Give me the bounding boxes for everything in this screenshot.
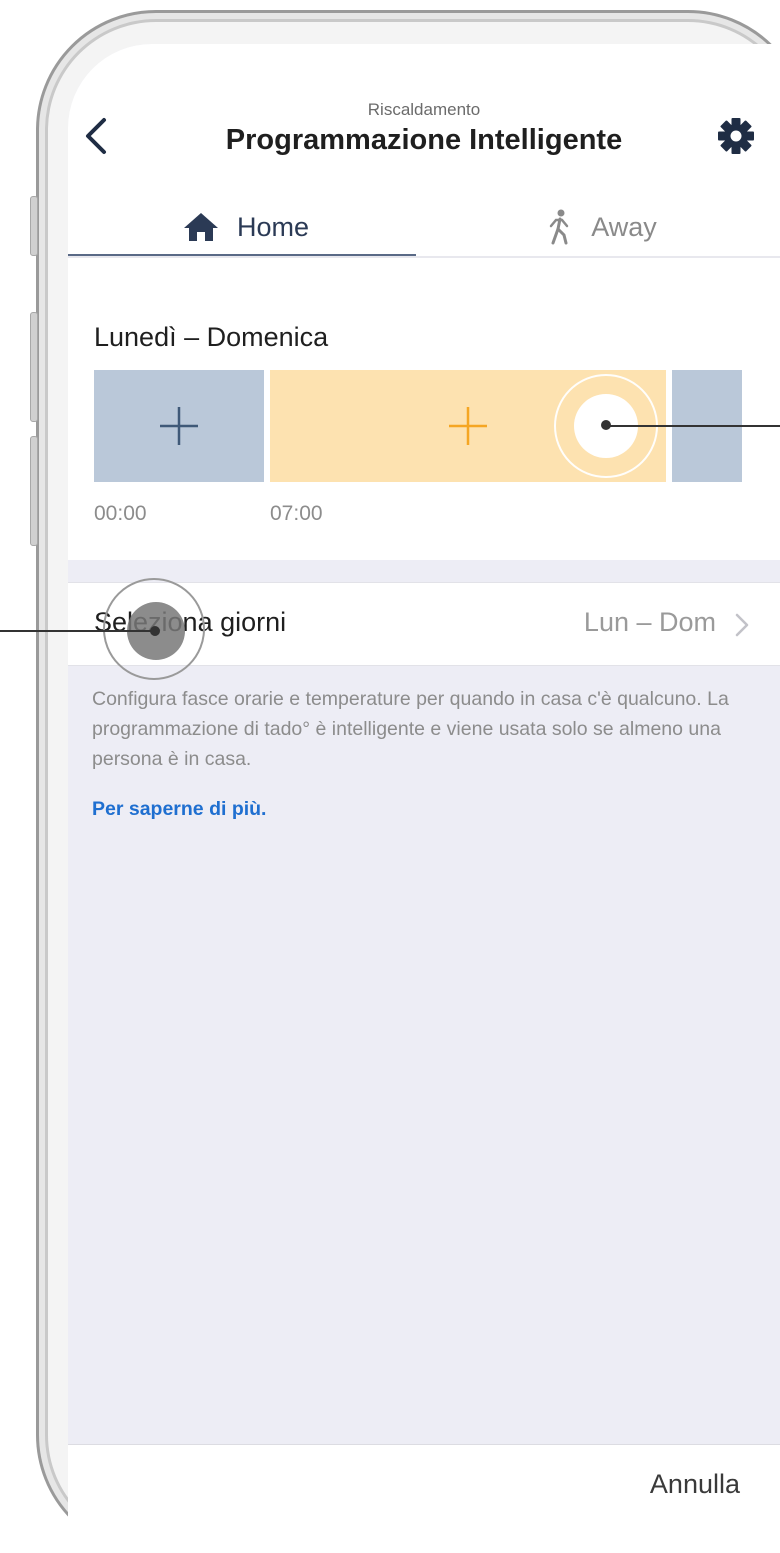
annotation-dot [150, 626, 160, 636]
phone-side-button [30, 436, 38, 546]
phone-side-button [30, 312, 38, 422]
tab-divider [68, 256, 780, 258]
schedule-card: Lunedì – Domenica 00:00 07:00 [68, 294, 780, 560]
walking-person-icon [547, 209, 573, 245]
select-days-value: Lun – Dom [583, 607, 716, 637]
tab-active-indicator [68, 254, 416, 256]
schedule-block[interactable] [94, 370, 264, 482]
tab-away[interactable]: Away [424, 194, 780, 260]
house-icon [183, 212, 219, 242]
annotation-line [0, 630, 156, 632]
time-label: 00:00 [94, 502, 147, 525]
annotation-line [606, 425, 780, 427]
page-title: Programmazione Intelligente [225, 124, 623, 156]
tab-away-label: Away [591, 211, 657, 242]
time-label: 07:00 [270, 502, 323, 525]
chevron-right-icon [735, 613, 749, 637]
info-text: Configura fasce orarie e temperature per… [92, 688, 729, 770]
tab-home-label: Home [236, 211, 310, 242]
plus-icon [160, 407, 198, 445]
tab-home[interactable]: Home [68, 194, 424, 260]
cancel-button[interactable]: Annulla [650, 1469, 740, 1500]
learn-more-link[interactable]: Per saperne di più. [92, 798, 266, 821]
plus-icon [449, 407, 487, 445]
phone-side-button [30, 196, 38, 256]
gear-icon[interactable] [716, 116, 756, 156]
page-subtitle: Riscaldamento [367, 100, 481, 119]
app-header: Riscaldamento Programmazione Intelligent… [68, 44, 780, 300]
schedule-days-label: Lunedì – Domenica [94, 322, 329, 352]
bottom-bar: Annulla [68, 1444, 780, 1553]
app-screen: Riscaldamento Programmazione Intelligent… [68, 44, 780, 1553]
annotation-dot [601, 420, 611, 430]
mode-tabs: Home Away [68, 194, 780, 260]
